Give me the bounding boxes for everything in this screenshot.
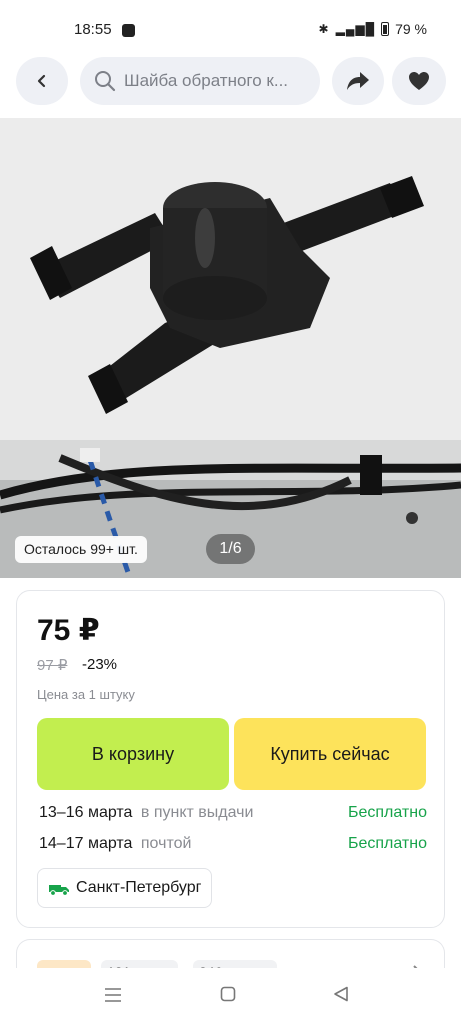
menu-nav-icon[interactable]	[104, 986, 122, 1004]
back-arrow-icon	[37, 74, 46, 88]
delivery-method: почтой	[140, 835, 192, 852]
image-counter: 1/6	[206, 534, 255, 564]
delivery-dates: 14–17 марта	[39, 835, 133, 852]
delivery-dates: 13–16 марта	[39, 804, 133, 821]
delivery-option-pickup[interactable]: 13–16 марта в пункт выдачи Бесплатно	[39, 804, 427, 822]
home-nav-icon[interactable]	[220, 986, 236, 1002]
share-icon	[347, 72, 369, 90]
unit-note: Цена за 1 штуку	[37, 687, 135, 702]
delivery-price: Бесплатно	[347, 804, 427, 821]
back-nav-icon[interactable]	[333, 986, 349, 1002]
status-time: 18:55	[74, 21, 112, 38]
top-bar: Шайба обратного к...	[16, 57, 446, 105]
search-input[interactable]: Шайба обратного к...	[80, 57, 320, 105]
stock-badge: Осталось 99+ шт.	[15, 536, 147, 563]
back-button[interactable]	[16, 57, 68, 105]
share-button[interactable]	[332, 57, 384, 105]
old-price: 97 ₽	[37, 657, 68, 674]
product-gallery[interactable]	[0, 118, 461, 578]
heart-icon	[409, 72, 429, 90]
search-icon	[95, 71, 116, 92]
delivery-price: Бесплатно	[347, 835, 427, 852]
delivery-option-post[interactable]: 14–17 марта почтой Бесплатно	[39, 835, 427, 853]
status-indicators: ✱ ▂▄▆█ 79 %	[319, 21, 427, 37]
signal-icon: ▂▄▆█	[335, 22, 376, 36]
status-bar: 18:55 ✱ ▂▄▆█ 79 %	[0, 0, 461, 50]
discount-badge: -23%	[82, 656, 118, 673]
delivery-car-icon	[49, 885, 69, 896]
bluetooth-icon: ✱	[318, 22, 330, 36]
search-text: Шайба обратного к...	[124, 71, 289, 90]
favorite-button[interactable]	[392, 57, 446, 105]
product-price: 75 ₽	[37, 614, 100, 647]
product-photo	[0, 118, 461, 440]
battery-icon	[381, 22, 390, 36]
city-selector[interactable]: Санкт-Петербург	[37, 868, 213, 908]
app-notification-icon	[122, 24, 135, 37]
product-card: 75 ₽ 97 ₽ -23% Цена за 1 штуку В корзину…	[16, 590, 445, 928]
delivery-method: в пункт выдачи	[140, 804, 254, 821]
buy-now-button[interactable]: Купить сейчас	[234, 718, 426, 790]
battery-percent: 79 %	[395, 21, 427, 37]
system-nav-bar	[0, 968, 461, 1024]
city-name: Санкт-Петербург	[76, 879, 202, 896]
add-to-cart-button[interactable]: В корзину	[37, 718, 229, 790]
